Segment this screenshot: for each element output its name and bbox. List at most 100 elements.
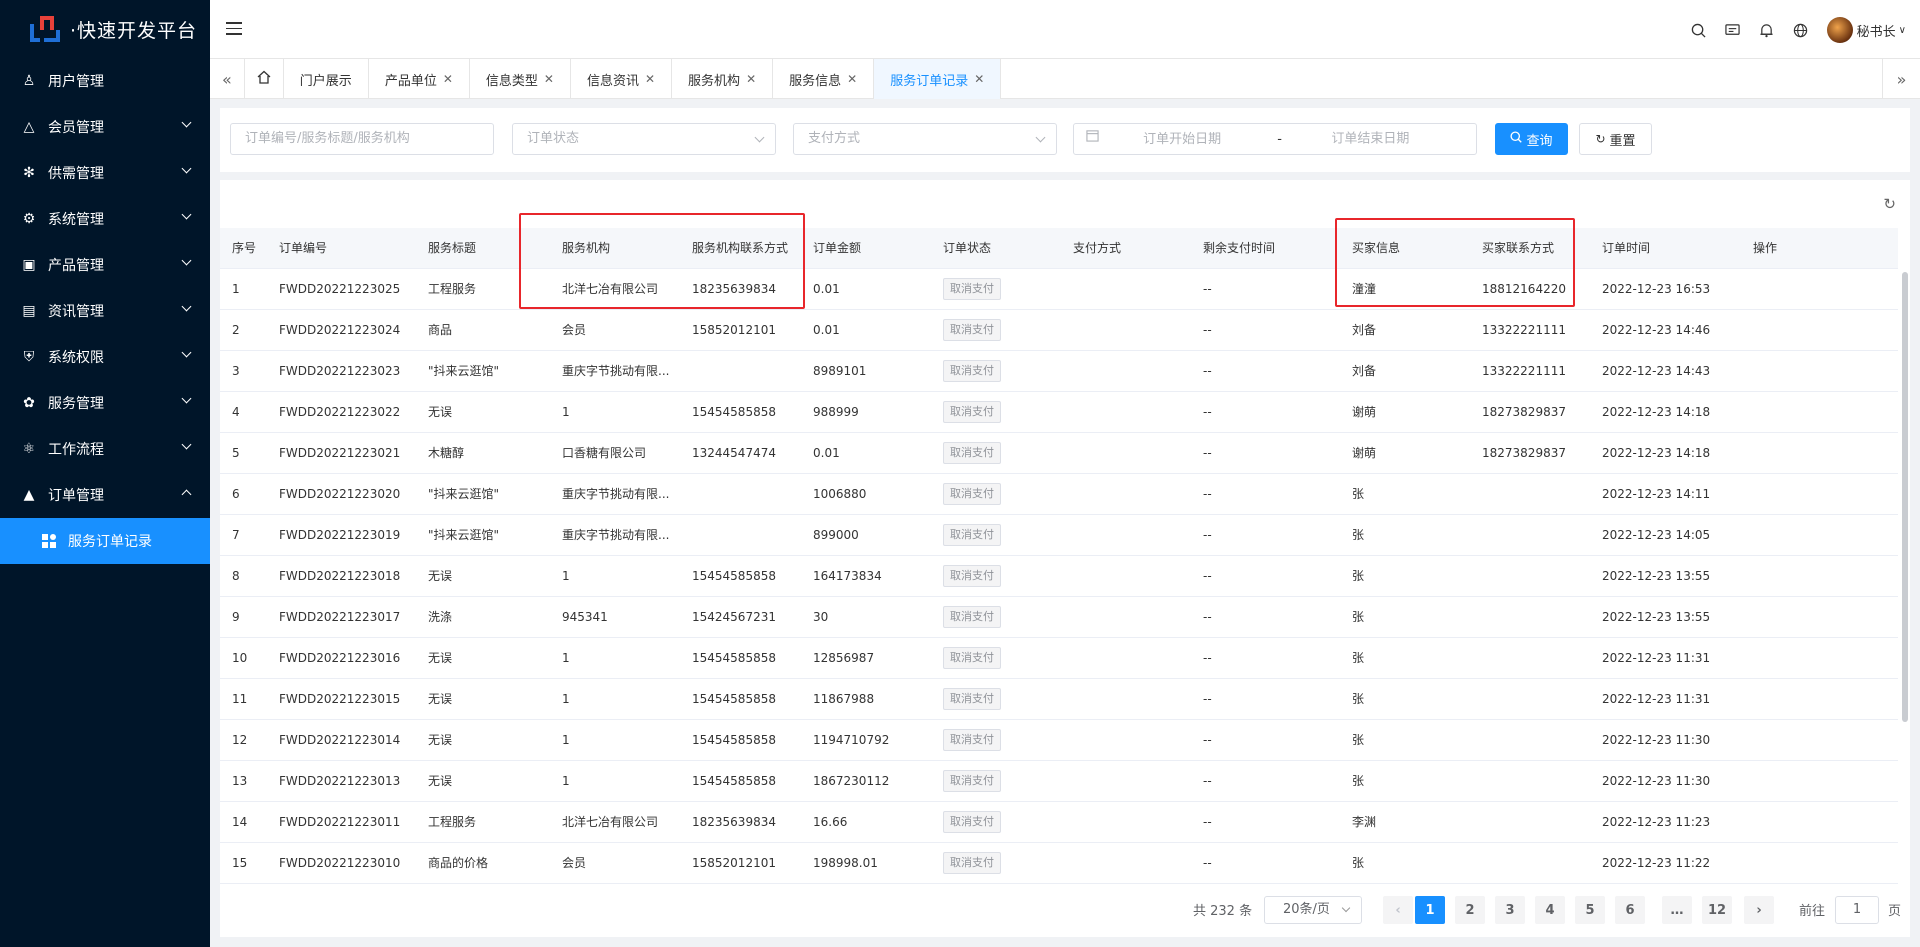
column-header[interactable]: 服务机构联系方式 <box>680 228 801 269</box>
table-row[interactable]: 4 FWDD20221223022 无误 1 15454585858 988999 取消支付… <box>220 391 1898 433</box>
tab-home[interactable] <box>245 59 284 99</box>
table-row[interactable]: 8 FWDD20221223018 无误 1 15454585858 164173834 取… <box>220 555 1898 597</box>
close-icon[interactable]: ✕ <box>443 72 453 86</box>
close-icon[interactable]: ✕ <box>847 72 857 86</box>
page-size-select[interactable]: 20条/页 <box>1264 896 1362 924</box>
sidebar-item-service-orders[interactable]: 服务订单记录 <box>0 518 210 564</box>
column-header[interactable]: 订单状态 <box>931 228 1061 269</box>
sidebar-item-9[interactable]: ▲ 订单管理 <box>0 472 210 518</box>
next-page-button[interactable]: › <box>1744 896 1774 924</box>
tab-label: 门户展示 <box>299 73 352 89</box>
goto-page-input[interactable]: 1 <box>1835 896 1879 924</box>
page-button[interactable]: 6 <box>1615 896 1645 924</box>
table-row[interactable]: 12 FWDD20221223014 无误 1 15454585858 119471079… <box>220 719 1898 761</box>
tab-5[interactable]: 服务信息 ✕ <box>773 59 875 99</box>
status-badge: 取消支付 <box>943 441 1001 464</box>
start-date-input[interactable]: 订单开始日期 <box>1143 125 1273 155</box>
page-button[interactable]: 3 <box>1495 896 1525 924</box>
table-cell: -- <box>1191 719 1340 761</box>
tab-3[interactable]: 信息资讯 ✕ <box>571 59 673 99</box>
close-icon[interactable]: ✕ <box>746 72 756 86</box>
table-row[interactable]: 10 FWDD20221223016 无误 1 15454585858 12856987 取… <box>220 637 1898 679</box>
order-status-select[interactable]: 订单状态 <box>512 123 776 155</box>
sidebar-item-6[interactable]: ⛨ 系统权限 <box>0 334 210 380</box>
date-range-picker[interactable]: 订单开始日期 - 订单结束日期 <box>1073 123 1477 155</box>
table-cell: 11 <box>220 678 267 720</box>
close-icon[interactable]: ✕ <box>544 72 554 86</box>
tab-0[interactable]: 门户展示 <box>284 59 369 99</box>
refresh-icon[interactable]: ↻ <box>1883 195 1896 213</box>
table-row[interactable]: 13 FWDD20221223013 无误 1 15454585858 186723011… <box>220 760 1898 802</box>
table-cell <box>1061 596 1191 638</box>
table-row[interactable]: 9 FWDD20221223017 洗涤 945341 15424567231 30 取消支… <box>220 596 1898 638</box>
keyword-search-input[interactable]: 订单编号/服务标题/服务机构 <box>230 123 494 155</box>
sidebar-item-1[interactable]: △ 会员管理 <box>0 104 210 150</box>
tab-4[interactable]: 服务机构 ✕ <box>672 59 774 99</box>
table-row[interactable]: 3 FWDD20221223023 "抖来云逛馆" 重庆字节挑动有限... 898910… <box>220 350 1898 392</box>
app-logo[interactable]: ·快速开发平台 <box>0 0 210 58</box>
table-cell: 取消支付 <box>931 391 1061 433</box>
table-row[interactable]: 5 FWDD20221223021 木糖醇 口香糖有限公司 13244547474 0.0… <box>220 432 1898 474</box>
tab-6[interactable]: 服务订单记录 ✕ <box>874 59 1002 99</box>
column-header[interactable]: 服务机构 <box>550 228 680 269</box>
column-header[interactable]: 买家信息 <box>1340 228 1470 269</box>
page-button[interactable]: 1 <box>1415 896 1445 924</box>
table-cell: 16.66 <box>801 801 931 843</box>
column-header[interactable]: 剩余支付时间 <box>1191 228 1340 269</box>
page-button[interactable]: 2 <box>1455 896 1485 924</box>
table-cell: 18273829837 <box>1470 432 1590 474</box>
column-header[interactable]: 订单编号 <box>267 228 416 269</box>
sidebar-item-5[interactable]: ▤ 资讯管理 <box>0 288 210 334</box>
table-row[interactable]: 14 FWDD20221223011 工程服务 北洋七冶有限公司 18235639834… <box>220 801 1898 843</box>
search-button[interactable]: 查询 <box>1495 123 1568 155</box>
column-header[interactable]: 服务标题 <box>416 228 550 269</box>
tab-2[interactable]: 信息类型 ✕ <box>470 59 571 99</box>
table-row[interactable]: 15 FWDD20221223010 商品的价格 会员 15852012101 19899… <box>220 842 1898 884</box>
message-icon[interactable] <box>1725 22 1741 38</box>
close-icon[interactable]: ✕ <box>974 72 984 86</box>
globe-icon[interactable] <box>1793 22 1809 38</box>
menu-toggle-icon[interactable] <box>226 22 242 35</box>
column-header[interactable]: 买家联系方式 <box>1470 228 1590 269</box>
more-pages-button[interactable]: … <box>1662 896 1692 924</box>
search-icon[interactable] <box>1691 22 1707 38</box>
table-cell: 谢萌 <box>1340 432 1470 474</box>
chevron-down-icon <box>1035 132 1046 143</box>
end-date-input[interactable]: 订单结束日期 <box>1331 132 1409 147</box>
bell-icon[interactable] <box>1759 22 1775 38</box>
page-button[interactable]: 4 <box>1535 896 1565 924</box>
table-row[interactable]: 11 FWDD20221223015 无误 1 15454585858 11867988 取… <box>220 678 1898 720</box>
sidebar-item-4[interactable]: ▣ 产品管理 <box>0 242 210 288</box>
page-button[interactable]: 12 <box>1702 896 1732 924</box>
page-button[interactable]: 5 <box>1575 896 1605 924</box>
sidebar-item-0[interactable]: ♙ 用户管理 <box>0 58 210 104</box>
order-icon: ▲ <box>23 487 35 503</box>
column-header[interactable]: 订单时间 <box>1590 228 1741 269</box>
sidebar-item-8[interactable]: ⚛ 工作流程 <box>0 426 210 472</box>
table-row[interactable]: 2 FWDD20221223024 商品 会员 15852012101 0.01 取消支付 -… <box>220 309 1898 351</box>
close-icon[interactable]: ✕ <box>645 72 655 86</box>
vertical-scrollbar[interactable] <box>1902 272 1908 722</box>
reset-button[interactable]: ↻ 重置 <box>1579 123 1652 155</box>
tab-1[interactable]: 产品单位 ✕ <box>369 59 470 99</box>
prev-page-button[interactable]: ‹ <box>1383 896 1413 924</box>
sidebar-item-3[interactable]: ⚙ 系统管理 <box>0 196 210 242</box>
news-icon: ▤ <box>22 303 36 319</box>
sidebar-item-2[interactable]: ✻ 供需管理 <box>0 150 210 196</box>
table-cell: 张 <box>1340 719 1470 761</box>
column-header[interactable]: 订单金额 <box>801 228 931 269</box>
tabs-scroll-left-button[interactable]: « <box>210 59 245 99</box>
column-header[interactable]: 序号 <box>220 228 267 269</box>
table-row[interactable]: 1 FWDD20221223025 工程服务 北洋七冶有限公司 18235639834 0… <box>220 268 1898 310</box>
table-cell: 张 <box>1340 678 1470 720</box>
payment-method-select[interactable]: 支付方式 <box>793 123 1057 155</box>
column-header[interactable]: 操作 <box>1741 228 1898 269</box>
goto-label: 前往 <box>1799 904 1826 919</box>
table-row[interactable]: 7 FWDD20221223019 "抖来云逛馆" 重庆字节挑动有限... 899000… <box>220 514 1898 556</box>
sidebar-item-7[interactable]: ✿ 服务管理 <box>0 380 210 426</box>
tabs-scroll-right-button[interactable]: » <box>1882 59 1920 99</box>
user-menu[interactable]: 秘书长 ∨ <box>1826 17 1906 43</box>
table-cell: FWDD20221223020 <box>267 473 416 515</box>
column-header[interactable]: 支付方式 <box>1061 228 1191 269</box>
table-row[interactable]: 6 FWDD20221223020 "抖来云逛馆" 重庆字节挑动有限... 100688… <box>220 473 1898 515</box>
